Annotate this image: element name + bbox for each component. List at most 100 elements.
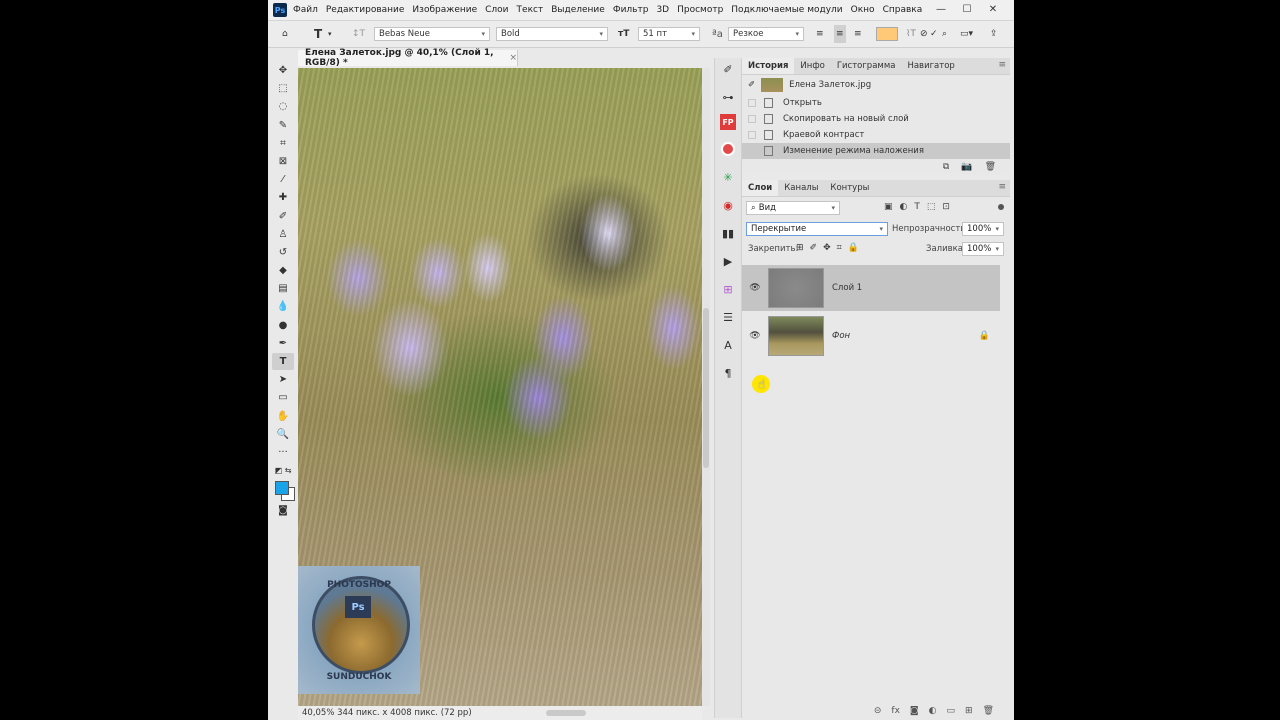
adjustment-filter-icon[interactable]: ◐ <box>900 202 908 212</box>
tab-histogram[interactable]: Гистограмма <box>831 58 902 74</box>
close-icon[interactable]: × <box>509 53 517 63</box>
adjustments-icon[interactable]: ⊶ <box>715 86 741 108</box>
link-layers-icon[interactable]: ⊝ <box>874 706 882 716</box>
text-tool-icon[interactable]: T <box>314 25 322 43</box>
stamp-tool-icon[interactable]: ♙ <box>272 226 294 243</box>
tab-info[interactable]: Инфо <box>794 58 830 74</box>
foreground-color-swatch[interactable] <box>275 481 289 496</box>
align-center-icon[interactable]: ≡ <box>834 25 846 43</box>
trash-icon[interactable]: 🗑 <box>985 162 996 172</box>
panel-menu-icon[interactable]: ≡ <box>998 60 1006 70</box>
brush-settings-icon[interactable]: ✐ <box>715 58 741 80</box>
character-icon[interactable]: A <box>715 334 741 356</box>
home-icon[interactable]: ⌂ <box>282 25 288 43</box>
history-item-checkbox[interactable] <box>748 115 756 123</box>
opacity-field[interactable]: 100% ▾ <box>962 222 1004 236</box>
path-selection-tool-icon[interactable]: ➤ <box>272 371 294 388</box>
menu-window[interactable]: Окно <box>851 5 875 15</box>
filter-toggle-icon[interactable] <box>998 204 1004 210</box>
maximize-button[interactable]: ☐ <box>954 0 980 18</box>
new-group-icon[interactable]: ▭ <box>947 706 956 716</box>
tab-paths[interactable]: Контуры <box>824 180 875 196</box>
new-layer-icon[interactable]: ⊞ <box>965 706 973 716</box>
adjustment-layer-icon[interactable]: ◐ <box>929 706 937 716</box>
history-item-checkbox[interactable] <box>748 147 756 155</box>
crop-tool-icon[interactable]: ⌗ <box>272 135 294 152</box>
visibility-eye-icon[interactable]: 👁 <box>746 331 764 341</box>
marquee-tool-icon[interactable]: ⬚ <box>272 80 294 97</box>
text-color-swatch[interactable] <box>876 27 898 41</box>
commit-icon[interactable]: ✓ <box>930 25 938 43</box>
search-icon[interactable]: ⌕ <box>942 25 947 43</box>
menu-image[interactable]: Изображение <box>412 5 477 15</box>
swap-colors-icon[interactable]: ◩ ⇆ <box>272 462 294 479</box>
rectangle-tool-icon[interactable]: ▭ <box>272 389 294 406</box>
history-brush-tool-icon[interactable]: ↺ <box>272 244 294 261</box>
gradient-tool-icon[interactable]: ▤ <box>272 280 294 297</box>
healing-brush-tool-icon[interactable]: ✚ <box>272 189 294 206</box>
blur-tool-icon[interactable]: 💧 <box>272 298 294 315</box>
font-family-dropdown[interactable]: Bebas Neue ▾ <box>374 27 490 41</box>
chevron-down-icon[interactable]: ▾ <box>328 25 332 43</box>
document-canvas[interactable]: PHOTOSHOP Ps SUNDUCHOK <box>298 68 702 706</box>
history-snapshot[interactable]: ✐ Елена Залеток.jpg <box>742 75 1010 95</box>
align-right-icon[interactable]: ≡ <box>854 25 862 43</box>
blend-mode-dropdown[interactable]: Перекрытие ▾ <box>746 222 888 236</box>
new-document-from-state-icon[interactable]: ⧉ <box>943 162 949 172</box>
quick-mask-icon[interactable]: ◙ <box>272 502 294 519</box>
menu-edit[interactable]: Редактирование <box>326 5 405 15</box>
properties-icon[interactable]: ☰ <box>715 306 741 328</box>
menu-select[interactable]: Выделение <box>551 5 605 15</box>
tab-history[interactable]: История <box>742 58 795 74</box>
actions-icon[interactable]: ▶ <box>715 250 741 272</box>
plugin-fp-icon[interactable]: FP <box>720 114 736 130</box>
plugin-color-icon[interactable]: ✳ <box>715 166 741 188</box>
tab-layers[interactable]: Слои <box>742 180 779 196</box>
brush-tool-icon[interactable]: ✐ <box>272 208 294 225</box>
lock-pixels-icon[interactable]: ✐ <box>810 243 818 253</box>
warp-text-icon[interactable]: ⌇T <box>906 25 916 43</box>
history-item[interactable]: Скопировать на новый слой <box>742 111 1010 127</box>
menu-help[interactable]: Справка <box>883 5 923 15</box>
history-item-selected[interactable]: Изменение режима наложения <box>742 143 1010 159</box>
minimize-button[interactable]: — <box>928 0 954 18</box>
menu-layers[interactable]: Слои <box>485 5 508 15</box>
menu-3d[interactable]: 3D <box>656 5 669 15</box>
share-icon[interactable]: ⇪ <box>990 25 998 43</box>
pixel-filter-icon[interactable]: ▣ <box>884 202 893 212</box>
antialias-dropdown[interactable]: Резкое ▾ <box>728 27 804 41</box>
canvas-vertical-scrollbar[interactable] <box>702 68 710 706</box>
zoom-tool-icon[interactable]: 🔍 <box>272 426 294 443</box>
align-left-icon[interactable]: ≡ <box>816 25 824 43</box>
history-item[interactable]: Открыть <box>742 95 1010 111</box>
type-filter-icon[interactable]: T <box>914 202 920 212</box>
lock-artboard-icon[interactable]: ⌗ <box>837 243 842 253</box>
scrollbar-thumb[interactable] <box>703 308 709 468</box>
lock-position-icon[interactable]: ✥ <box>823 243 831 253</box>
document-tab[interactable]: Елена Залеток.jpg @ 40,1% (Слой 1, RGB/8… <box>298 48 518 68</box>
cancel-icon[interactable]: ⊘ <box>920 25 928 43</box>
layer-style-icon[interactable]: fx <box>891 706 900 716</box>
layer-name[interactable]: Слой 1 <box>832 283 862 293</box>
plugin-red-icon[interactable]: ◉ <box>715 194 741 216</box>
hand-tool-icon[interactable]: ✋ <box>272 408 294 425</box>
eraser-tool-icon[interactable]: ◆ <box>272 262 294 279</box>
tab-navigator[interactable]: Навигатор <box>901 58 960 74</box>
paragraph-styles-icon[interactable]: ⊞ <box>715 278 741 300</box>
workspace-icon[interactable]: ▭▾ <box>960 25 973 43</box>
frame-tool-icon[interactable]: ⊠ <box>272 153 294 170</box>
camera-icon[interactable]: 📷 <box>961 162 972 172</box>
close-button[interactable]: ✕ <box>980 0 1006 18</box>
plugin-bars-icon[interactable]: ▮▮ <box>715 222 741 244</box>
move-tool-icon[interactable]: ✥ <box>272 62 294 79</box>
menu-file[interactable]: Файл <box>293 5 318 15</box>
font-size-dropdown[interactable]: 51 пт ▾ <box>638 27 700 41</box>
layer-row-selected[interactable]: 👁 Слой 1 <box>742 265 1000 311</box>
add-mask-icon[interactable]: ◙ <box>910 706 919 716</box>
menu-view[interactable]: Просмотр <box>677 5 723 15</box>
dodge-tool-icon[interactable]: ● <box>272 317 294 334</box>
paragraph-icon[interactable]: ¶ <box>715 362 741 384</box>
panel-menu-icon[interactable]: ≡ <box>998 182 1006 192</box>
menu-filter[interactable]: Фильтр <box>613 5 649 15</box>
eyedropper-tool-icon[interactable]: ⁄ <box>272 171 294 188</box>
